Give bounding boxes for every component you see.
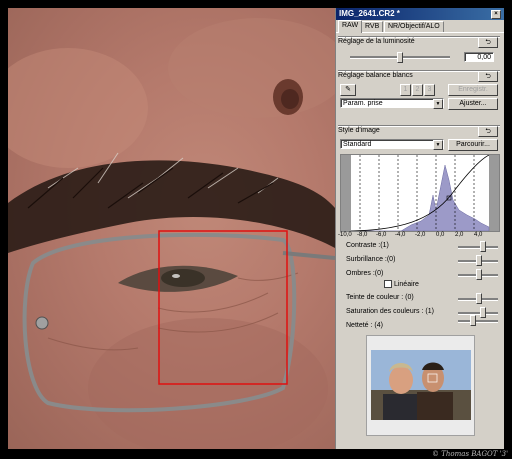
picture-style-select[interactable]: Standard ▼	[340, 139, 444, 150]
picture-style-title: Style d'image	[338, 127, 380, 134]
brightness-value-field[interactable]: 0,00	[464, 52, 494, 62]
palette-title: IMG_2641.CR2 *	[339, 9, 400, 18]
photo-image	[8, 18, 335, 449]
saturation-label: Saturation des couleurs : (1)	[346, 308, 434, 315]
hue-slider-thumb[interactable]	[476, 293, 482, 304]
saturation-slider-track[interactable]	[458, 312, 498, 315]
linear-checkbox-label: Linéaire	[393, 280, 419, 288]
picture-style-value: Standard	[343, 141, 372, 148]
sharpness-slider-thumb[interactable]	[470, 315, 476, 326]
shadows-label: Ombres :(0)	[346, 270, 384, 277]
navigator-thumbnail-frame	[366, 335, 475, 436]
highlight-slider-thumb[interactable]	[476, 255, 482, 266]
photographer-signature: © Thomas BAGOT '3'	[432, 450, 508, 458]
raw-tool-palette: IMG_2641.CR2 * × RAW RVB NR/Objectif/ALO…	[335, 8, 504, 449]
tab-raw[interactable]: RAW	[338, 20, 363, 33]
tab-nr-lens[interactable]: NR/Objectif/ALO	[384, 21, 444, 32]
contrast-slider-track[interactable]	[458, 246, 498, 249]
close-icon[interactable]: ×	[491, 10, 501, 19]
brightness-title: Réglage de la luminosité	[338, 38, 415, 45]
wb-register-button[interactable]: Enregistr.	[448, 84, 498, 96]
hue-label: Teinte de couleur : (0)	[346, 294, 414, 301]
photo-preview[interactable]	[8, 8, 335, 449]
sharpness-label: Netteté : (4)	[346, 322, 383, 329]
axis-tick: -6,0	[376, 232, 387, 238]
white-balance-title: Réglage balance blancs	[338, 72, 413, 79]
white-balance-section: Réglage balance blancs ⮌	[338, 70, 500, 82]
brightness-section: Réglage de la luminosité ⮌	[338, 36, 500, 48]
picture-style-section: Style d'image ⮌	[338, 125, 500, 137]
chevron-down-icon[interactable]: ▼	[433, 99, 443, 109]
tone-curve-histogram[interactable]	[340, 154, 500, 232]
white-balance-reset-button[interactable]: ⮌	[478, 71, 498, 82]
linear-checkbox[interactable]	[384, 280, 392, 288]
shadows-slider-thumb[interactable]	[476, 269, 482, 280]
wb-preset-1-button[interactable]: 1	[400, 84, 411, 96]
wb-mode-value: Param. prise	[343, 100, 383, 107]
axis-tick: 0,0	[436, 232, 445, 238]
linear-checkbox-row[interactable]: Linéaire	[384, 280, 419, 288]
brightness-slider-thumb[interactable]	[397, 52, 403, 63]
tab-strip: RAW RVB NR/Objectif/ALO	[336, 20, 504, 33]
axis-tick: -8,0	[357, 232, 368, 238]
axis-tick: 2,0	[455, 232, 464, 238]
highlight-label: Surbrillance :(0)	[346, 256, 396, 263]
wb-preset-3-button[interactable]: 3	[424, 84, 435, 96]
contrast-label: Contraste :(1)	[346, 242, 389, 249]
wb-preset-2-button[interactable]: 2	[412, 84, 423, 96]
sharpness-slider-track[interactable]	[458, 320, 498, 323]
wb-mode-select[interactable]: Param. prise ▼	[340, 98, 444, 109]
tab-rvb[interactable]: RVB	[361, 21, 384, 32]
histogram-graphic	[341, 154, 499, 232]
axis-tick: -10,0	[338, 232, 352, 238]
palette-titlebar[interactable]: IMG_2641.CR2 * ×	[336, 8, 504, 20]
axis-tick: -4,0	[395, 232, 406, 238]
eyedropper-button[interactable]: ✎	[340, 84, 356, 96]
axis-tick: -2,0	[415, 232, 426, 238]
saturation-slider-thumb[interactable]	[480, 307, 486, 318]
eyedropper-icon: ✎	[345, 86, 351, 93]
eyebrow	[8, 160, 335, 253]
chevron-down-icon[interactable]: ▼	[433, 140, 443, 150]
picture-style-reset-button[interactable]: ⮌	[478, 126, 498, 137]
contrast-slider-thumb[interactable]	[480, 241, 486, 252]
brightness-reset-button[interactable]: ⮌	[478, 37, 498, 48]
navigator-thumbnail[interactable]	[371, 350, 471, 420]
wb-adjust-button[interactable]: Ajuster...	[448, 98, 498, 110]
picture-style-browse-button[interactable]: Parcourir...	[448, 139, 498, 151]
axis-tick: 4,0	[474, 232, 483, 238]
